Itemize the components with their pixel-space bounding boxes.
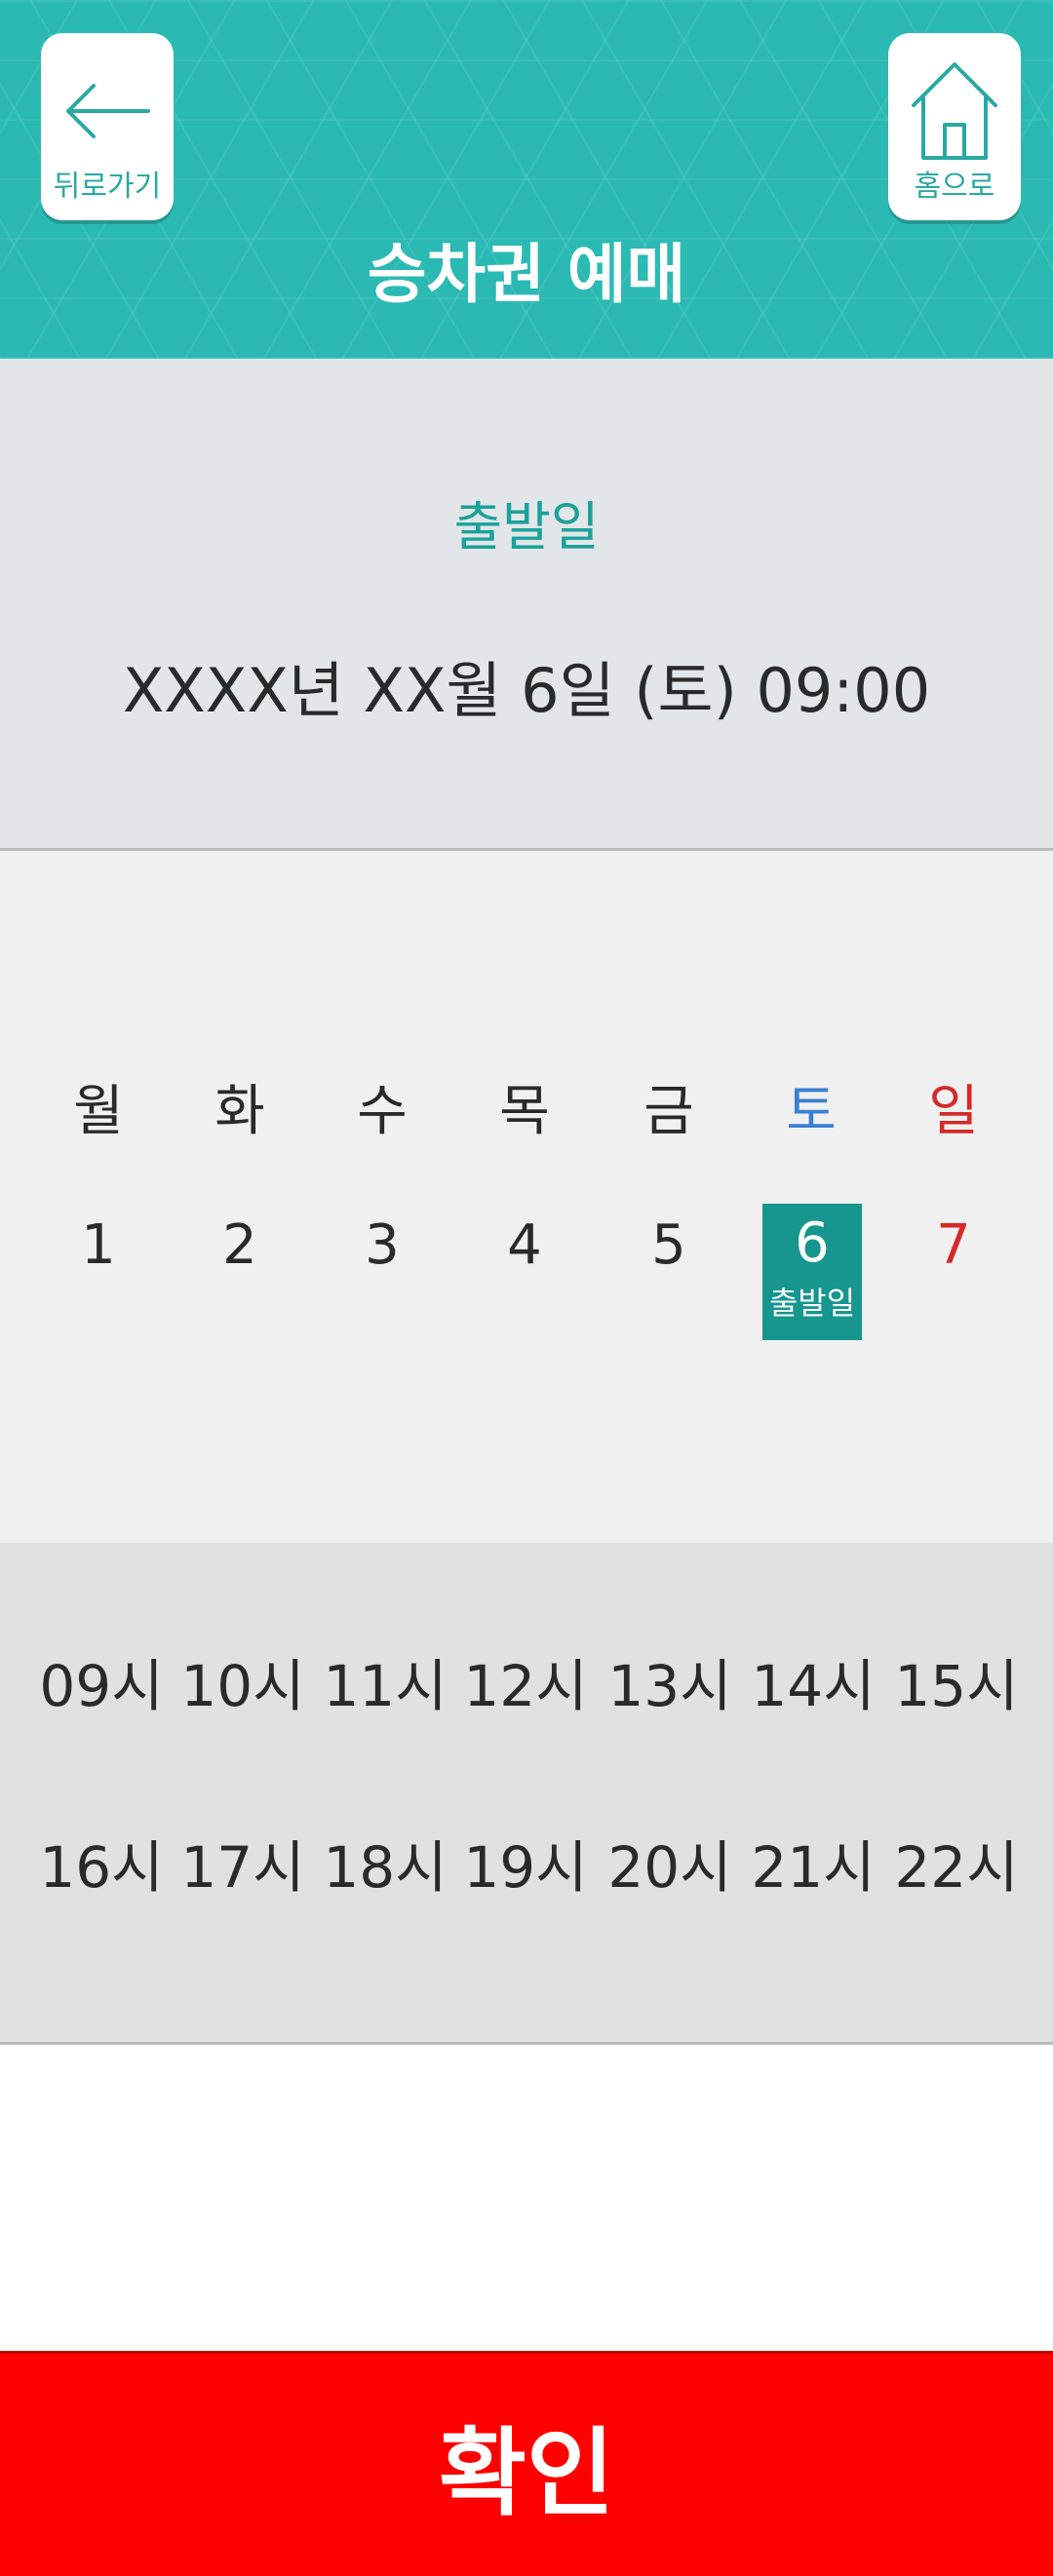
time-selector: 09시 10시 11시 12시 13시 14시 15시 16시 17시 18시 …: [0, 1543, 1053, 2045]
time-slot[interactable]: 20시: [599, 1822, 741, 1903]
week-calendar: 월 화 수 목 금 토 일 1 2 3 4 5 6 출발일 7: [0, 851, 1053, 1543]
time-slot[interactable]: 21시: [742, 1822, 884, 1903]
day-cell[interactable]: 4: [456, 1213, 593, 1277]
weekday-sun: 일: [928, 1080, 979, 1143]
time-slot[interactable]: 11시: [314, 1640, 456, 1722]
home-icon: [912, 62, 997, 160]
time-slot[interactable]: 18시: [314, 1822, 456, 1903]
home-label: 홈으로: [914, 170, 995, 204]
time-slot[interactable]: 17시: [172, 1822, 314, 1903]
weekday-mon: 월: [73, 1080, 124, 1143]
time-slot[interactable]: 09시: [30, 1640, 173, 1722]
weekday-thu: 목: [499, 1080, 550, 1143]
time-slot[interactable]: 10시: [172, 1640, 314, 1722]
home-button[interactable]: 홈으로: [888, 33, 1021, 220]
back-label: 뒤로가기: [53, 170, 162, 204]
back-button[interactable]: 뒤로가기: [41, 33, 174, 220]
selected-day-number: 6: [795, 1211, 830, 1275]
app-header: 뒤로가기 홈으로 승차권 예매: [0, 0, 1053, 359]
day-cell[interactable]: 5: [601, 1213, 737, 1277]
time-slot[interactable]: 22시: [885, 1822, 1028, 1903]
day-cell[interactable]: 2: [172, 1213, 308, 1277]
time-slot[interactable]: 12시: [454, 1640, 597, 1722]
confirm-button[interactable]: 확인: [0, 2351, 1053, 2576]
time-slot[interactable]: 19시: [454, 1822, 597, 1903]
time-slot[interactable]: 14시: [742, 1640, 884, 1722]
day-cell[interactable]: 7: [885, 1213, 1022, 1277]
day-cell-selected[interactable]: 6 출발일: [762, 1204, 862, 1340]
weekday-wed: 수: [357, 1080, 408, 1143]
time-slot[interactable]: 16시: [30, 1822, 173, 1903]
departure-panel: 출발일 XXXX년 XX월 6일 (토) 09:00: [0, 359, 1053, 851]
weekday-tue: 화: [214, 1080, 265, 1143]
weekday-sat: 토: [786, 1080, 837, 1143]
page-title: 승차권 예매: [367, 237, 686, 312]
selected-day-caption: 출발일: [768, 1285, 856, 1322]
day-cell[interactable]: 1: [30, 1213, 167, 1277]
back-arrow-icon: [66, 84, 150, 138]
weekday-fri: 금: [644, 1080, 694, 1143]
departure-datetime: XXXX년 XX월 6일 (토) 09:00: [122, 655, 931, 726]
departure-label: 출발일: [453, 496, 600, 557]
day-cell[interactable]: 3: [314, 1213, 450, 1277]
time-slot[interactable]: 13시: [599, 1640, 741, 1722]
time-slot[interactable]: 15시: [885, 1640, 1028, 1722]
